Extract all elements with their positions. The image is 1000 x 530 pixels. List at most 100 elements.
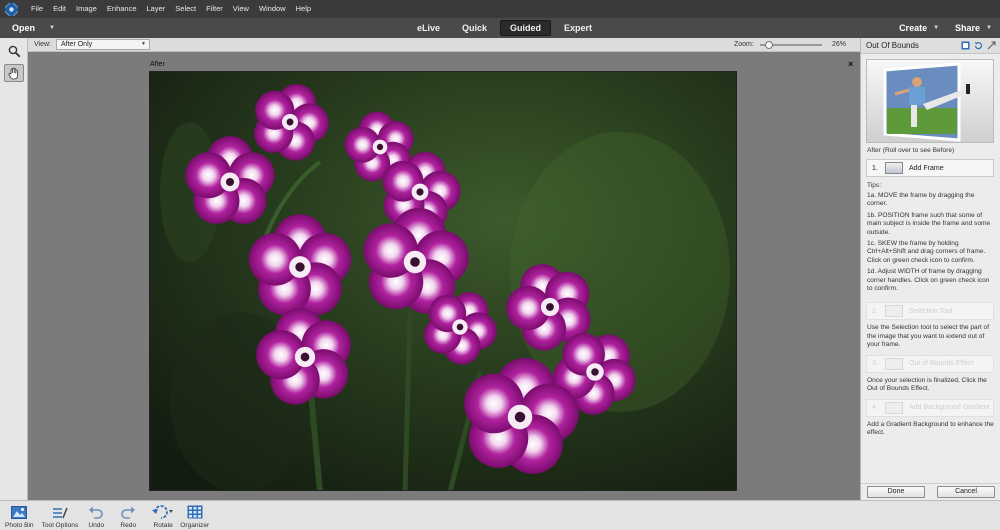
step-3-description: Once your selection is finalized, Click … [867,376,987,393]
tab-expert[interactable]: Expert [555,21,601,35]
hand-tool-icon [8,67,18,79]
view-select[interactable]: After Only ▼ [56,39,150,50]
menu-file[interactable]: File [26,0,48,18]
tool-options-button[interactable]: Tool Options [41,504,79,529]
zoom-label: Zoom: [734,41,754,48]
chevron-down-icon: ▼ [49,25,55,31]
step-number: 2. [872,307,878,315]
menu-edit[interactable]: Edit [48,0,71,18]
zoom-slider-thumb[interactable] [765,41,773,49]
guided-panel: Out Of Bounds After (Roll over to see Be… [860,38,1000,500]
step-label: Add Frame [909,164,944,172]
gradient-icon [885,401,903,414]
menu-items: File Edit Image Enhance Layer Select Fil… [26,0,316,18]
frame-icon [885,162,903,174]
tip-1d: 1d. Adjust WIDTH of frame by dragging co… [867,268,990,293]
rotate-button[interactable]: Rotate [152,504,174,529]
expand-icon[interactable] [987,41,996,50]
tip-1a: 1a. MOVE the frame by dragging the corne… [867,192,975,208]
step-add-frame-button[interactable]: 1. Add Frame [866,159,994,177]
zoom-slider[interactable] [760,41,822,49]
right-actions: Create ▼ Share ▼ [899,18,992,38]
step-number: 4. [872,404,878,411]
menu-select[interactable]: Select [170,0,201,18]
close-icon[interactable]: × [848,59,853,69]
mode-bar: Open ▼ eLive Quick Guided Expert Create … [0,18,1000,38]
options-bar: View: After Only ▼ Zoom: 26% [28,38,860,52]
step-2-description: Use the Selection tool to select the par… [867,324,990,349]
canvas-area: After × [28,52,860,500]
hand-tool-button[interactable] [4,64,24,82]
chevron-down-icon: ▼ [141,41,146,47]
menu-filter[interactable]: Filter [201,0,228,18]
toolbox [0,38,28,500]
create-button[interactable]: Create ▼ [899,23,939,33]
panel-footer: Done Cancel [861,483,1000,500]
step-number: 1. [872,164,878,172]
tips-heading: Tips: [867,182,882,189]
help-icon[interactable] [961,41,970,50]
menu-help[interactable]: Help [291,0,316,18]
photo-bin-label: Photo Bin [5,522,34,529]
tab-quick[interactable]: Quick [453,21,496,35]
after-label: After [150,61,165,68]
photo-bin-button[interactable]: Photo Bin [5,504,34,529]
menu-image[interactable]: Image [71,0,102,18]
redo-label: Redo [120,522,137,529]
preview-thumbnail[interactable] [866,59,994,143]
step-label: Out of Bounds Effect [909,360,974,368]
menu-bar: File Edit Image Enhance Layer Select Fil… [0,0,1000,18]
tip-1c: 1c. SKEW the frame by holding Ctrl+Alt+S… [867,240,986,264]
step-selection-tool-button[interactable]: 2. Selection Tool [866,302,994,321]
selection-icon [885,305,903,318]
redo-icon [120,504,136,520]
undo-label: Undo [88,522,105,529]
tab-guided[interactable]: Guided [500,20,552,36]
rotate-icon [152,504,174,520]
view-label: View: [34,41,51,48]
photo-bin-icon [11,504,28,520]
step-out-of-bounds-button[interactable]: 3. Out of Bounds Effect [866,354,994,373]
share-button[interactable]: Share ▼ [955,23,992,33]
tip-1b: 1b. POSITION frame such that some of mai… [867,211,991,236]
redo-button[interactable]: Redo [120,504,136,529]
photo-image[interactable] [149,71,737,491]
chevron-down-icon: ▼ [986,25,992,31]
organizer-icon [187,504,203,520]
out-of-bounds-icon [885,357,903,370]
step-4-description: Add a Gradient Background to enhance the… [867,420,994,436]
open-button[interactable]: Open ▼ [12,23,55,33]
thumbnail-caption: After (Roll over to see Before) [867,147,955,154]
open-label: Open [12,23,36,33]
refresh-icon[interactable] [974,41,983,50]
organizer-label: Organizer [180,522,210,529]
zoom-value: 26% [832,41,847,48]
mode-tabs: eLive Quick Guided Expert [408,18,605,38]
menu-enhance[interactable]: Enhance [102,0,142,18]
done-button[interactable]: Done [867,486,925,498]
panel-header-icons [961,41,996,50]
tab-elive[interactable]: eLive [408,21,449,35]
zoom-tool-icon [8,45,20,57]
view-select-value: After Only [61,41,93,48]
step-label: Add Background Gradient [909,404,990,411]
step-gradient-button[interactable]: 4. Add Background Gradient [866,398,994,417]
tool-options-label: Tool Options [41,522,79,529]
menu-window[interactable]: Window [254,0,291,18]
zoom-tool-button[interactable] [4,42,24,60]
step-label: Selection Tool [909,307,953,315]
share-label: Share [955,23,981,33]
chevron-down-icon: ▼ [933,25,940,31]
menu-layer[interactable]: Layer [142,0,171,18]
undo-button[interactable]: Undo [88,504,104,529]
create-label: Create [899,23,928,33]
cancel-button[interactable]: Cancel [937,486,995,498]
app-logo-icon [2,0,20,18]
step-number: 3. [872,360,878,368]
rotate-label: Rotate [153,522,173,529]
undo-icon [88,504,104,520]
organizer-button[interactable]: Organizer [180,504,209,529]
menu-view[interactable]: View [228,0,254,18]
bottom-bar: Photo Bin Tool Options Undo Redo Rotate … [0,500,1000,530]
panel-header: Out Of Bounds [861,38,1000,54]
